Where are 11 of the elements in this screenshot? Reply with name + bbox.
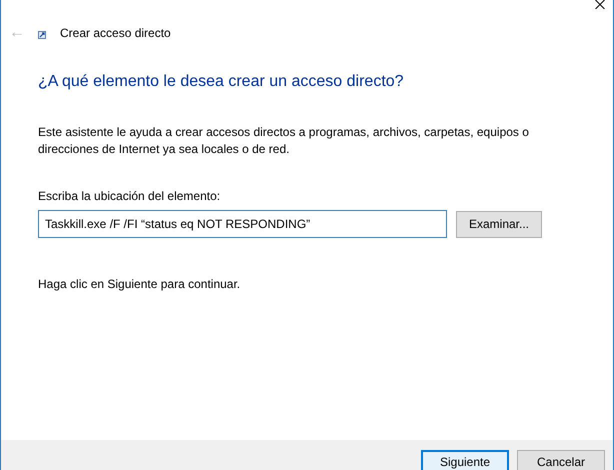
shortcut-icon — [38, 31, 46, 39]
close-icon[interactable] — [595, 0, 605, 9]
browse-button[interactable]: Examinar... — [456, 210, 542, 238]
dialog-button[interactable]: Cancelar — [517, 450, 605, 470]
location-label: Escriba la ubicación del elemento: — [38, 188, 222, 205]
hint-text: Haga clic en Siguiente para continuar. — [38, 276, 242, 293]
wizard-heading: ¿A qué elemento le desea crear un acceso directo? — [38, 72, 405, 92]
dialog-button[interactable]: Siguiente — [421, 450, 509, 470]
window-title: Crear acceso directo — [60, 25, 171, 42]
description-text: Este asistente le ayuda a crear accesos directos a programas, archivos, carpetas, equipos o direcciones de Internet ya sea locales o de red. — [38, 124, 530, 158]
location-field[interactable]: Taskkill.exe /F /FI “status eq NOT RESPONDING” — [38, 210, 447, 238]
